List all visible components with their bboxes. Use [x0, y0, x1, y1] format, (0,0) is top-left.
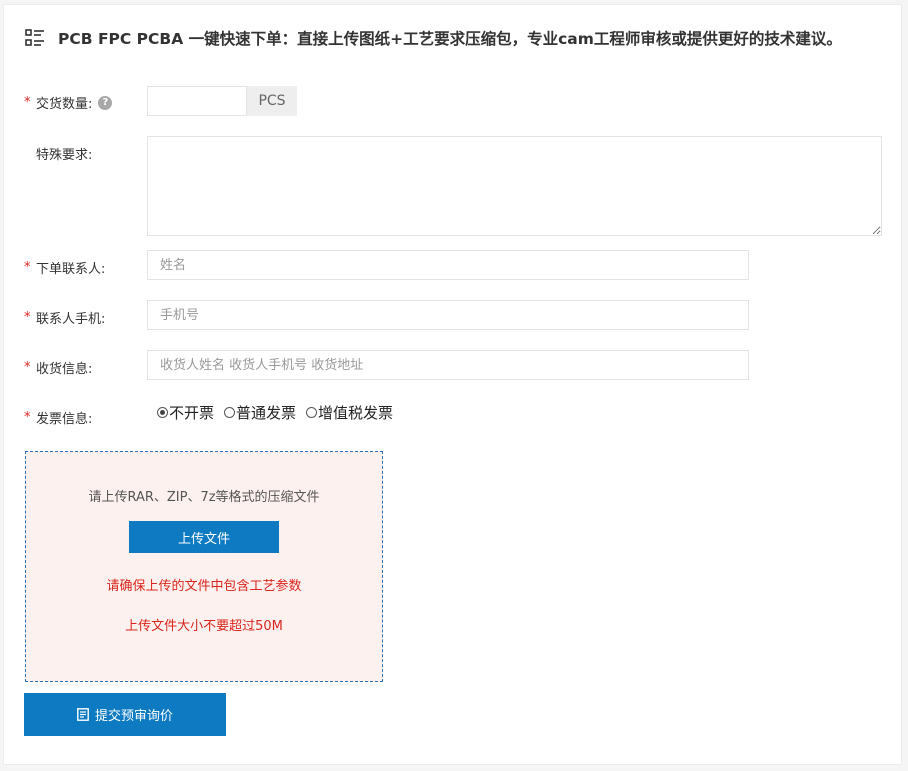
contact-name-input[interactable]	[147, 250, 749, 280]
special-label: 特殊要求:	[36, 148, 93, 163]
invoice-option-label: 增值税发票	[318, 404, 394, 422]
page-header: PCB FPC PCBA 一键快速下单：直接上传图纸+工艺要求压缩包，专业cam…	[24, 26, 842, 50]
invoice-label: 发票信息:	[36, 412, 93, 427]
upload-warning-size: 上传文件大小不要超过50M	[125, 619, 283, 634]
invoice-option-vat[interactable]: 增值税发票	[306, 402, 393, 423]
radio-button-checked[interactable]	[157, 407, 168, 418]
shipping-label-row: * 收货信息:	[24, 358, 92, 377]
page-title: PCB FPC PCBA 一键快速下单：直接上传图纸+工艺要求压缩包，专业cam…	[58, 30, 842, 48]
invoice-option-label: 普通发票	[236, 404, 297, 422]
invoice-radio-group: 不开票 普通发票 增值税发票	[157, 402, 403, 423]
quantity-label: 交货数量:	[36, 97, 93, 112]
required-mark: *	[24, 95, 31, 110]
contact-name-label-row: * 下单联系人:	[24, 258, 105, 277]
form-icon	[77, 708, 89, 721]
shipping-input[interactable]	[147, 350, 749, 380]
special-requirements-textarea[interactable]	[147, 136, 882, 236]
invoice-option-none[interactable]: 不开票	[157, 402, 214, 423]
quantity-input[interactable]	[147, 86, 247, 116]
contact-phone-label-row: * 联系人手机:	[24, 308, 105, 327]
contact-name-label: 下单联系人:	[36, 262, 106, 277]
shipping-label: 收货信息:	[36, 362, 93, 377]
invoice-option-normal[interactable]: 普通发票	[224, 402, 296, 423]
radio-button[interactable]	[306, 407, 318, 418]
submit-inquiry-button[interactable]: 提交预审询价	[24, 693, 226, 736]
invoice-label-row: * 发票信息:	[24, 408, 92, 427]
upload-warning-params: 请确保上传的文件中包含工艺参数	[106, 579, 302, 594]
quantity-label-row: * 交货数量: ?	[24, 93, 113, 112]
upload-hint: 请上传RAR、ZIP、7z等格式的压缩文件	[88, 490, 320, 505]
required-mark: *	[24, 360, 31, 375]
required-mark: *	[24, 260, 31, 275]
document-list-icon	[24, 27, 46, 49]
quantity-unit: PCS	[247, 86, 297, 116]
contact-phone-label: 联系人手机:	[36, 312, 106, 327]
required-mark: *	[24, 310, 31, 325]
contact-phone-input[interactable]	[147, 300, 749, 330]
radio-button[interactable]	[224, 407, 236, 418]
upload-file-button[interactable]: 上传文件	[129, 521, 279, 553]
submit-label: 提交预审询价	[94, 709, 173, 724]
invoice-option-label: 不开票	[169, 404, 215, 422]
required-mark: *	[24, 410, 31, 425]
upload-dropzone[interactable]: 请上传RAR、ZIP、7z等格式的压缩文件 上传文件 请确保上传的文件中包含工艺…	[25, 451, 383, 682]
special-label-row: 特殊要求:	[24, 144, 92, 163]
help-icon[interactable]: ?	[98, 95, 113, 110]
